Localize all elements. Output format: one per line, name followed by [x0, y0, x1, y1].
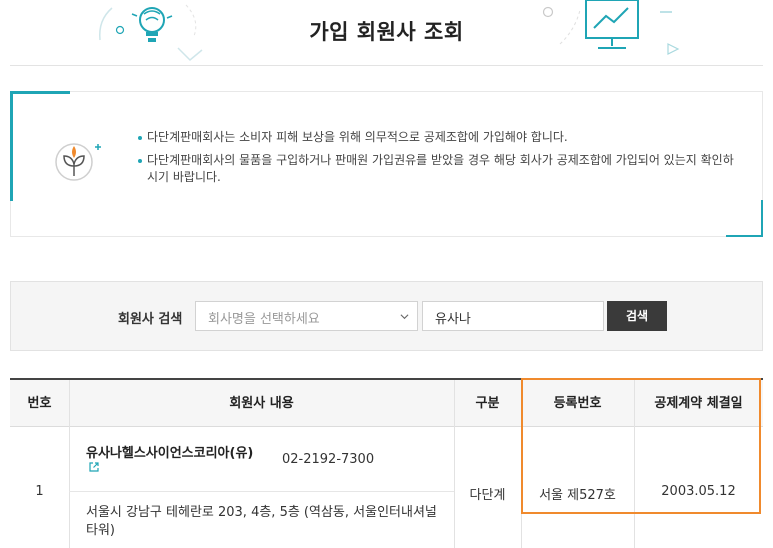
notice-list: 다단계판매회사는 소비자 피해 보상을 위해 의무적으로 공제조합에 가입해야 …: [138, 129, 738, 192]
search-button[interactable]: 검색: [607, 301, 667, 331]
company-select[interactable]: 회사명을 선택하세요: [195, 301, 418, 331]
search-input[interactable]: 유사나: [422, 301, 604, 331]
external-link-icon[interactable]: [88, 461, 100, 473]
notice-item: 다단계판매회사는 소비자 피해 보상을 위해 의무적으로 공제조합에 가입해야 …: [138, 129, 738, 146]
notice-accent: [726, 235, 763, 237]
row-divider: [69, 491, 454, 492]
column-divider: [454, 380, 455, 548]
header-type: 구분: [454, 380, 521, 427]
row-no: 1: [35, 484, 44, 499]
search-label: 회원사 검색: [118, 312, 183, 327]
monitor-chart-illustration-icon: [542, 0, 680, 55]
header-company: 회원사 내용: [69, 380, 454, 427]
page-header: 가입 회원사 조회: [0, 0, 773, 66]
sprout-icon: [55, 143, 101, 181]
company-address: 서울시 강남구 테헤란로 203, 4층, 5층 (역삼동, 서울인터내셔널타워…: [86, 505, 437, 538]
highlight-box: [521, 378, 761, 514]
notice-accent: [10, 91, 13, 201]
company-name-link[interactable]: 유사나헬스사이언스코리아(유): [86, 442, 253, 461]
notice-accent: [761, 200, 763, 237]
column-divider: [69, 380, 70, 548]
company-phone: 02-2192-7300: [282, 452, 375, 467]
notice-accent: [10, 91, 70, 94]
header-no: 번호: [10, 380, 69, 427]
company-select-placeholder: 회사명을 선택하세요: [208, 312, 320, 327]
notice-item: 다단계판매회사의 물품을 구입하거나 판매원 가입권유를 받았을 경우 해당 회…: [138, 152, 738, 186]
row-type: 다단계: [469, 488, 506, 503]
header-divider: [10, 65, 763, 66]
chevron-down-icon: [400, 314, 409, 320]
